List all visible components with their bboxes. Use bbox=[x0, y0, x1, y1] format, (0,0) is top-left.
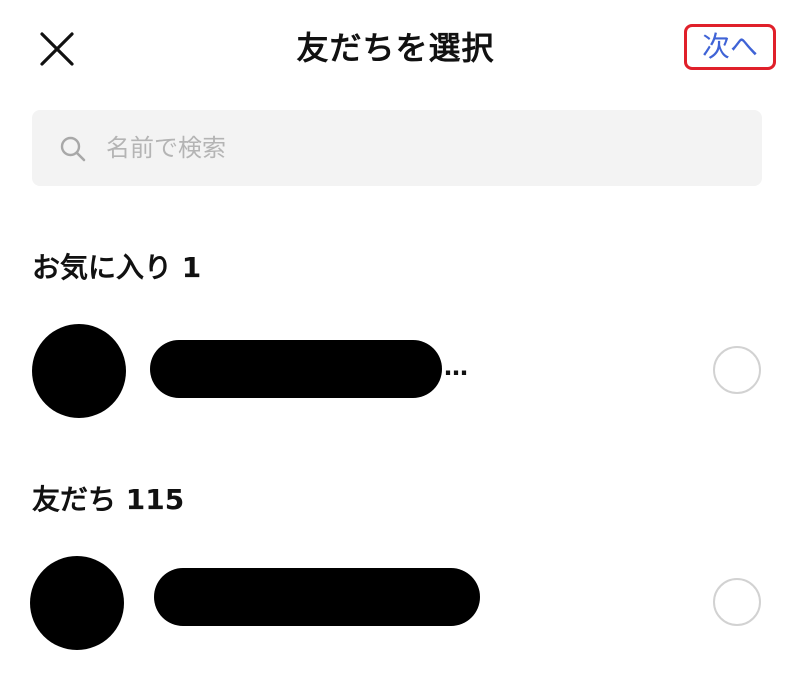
search-input[interactable] bbox=[102, 110, 746, 186]
next-button[interactable]: 次へ bbox=[684, 24, 776, 70]
section-header-friends: 友だち 115 bbox=[32, 483, 185, 516]
header: 友だちを選択 次へ bbox=[0, 0, 791, 96]
avatar bbox=[30, 556, 124, 650]
search-icon bbox=[60, 136, 86, 162]
friend-name-redacted bbox=[150, 340, 442, 398]
section-header-favorites: お気に入り 1 bbox=[32, 251, 202, 284]
select-radio[interactable] bbox=[713, 346, 761, 394]
select-radio[interactable] bbox=[713, 578, 761, 626]
search-bar[interactable] bbox=[32, 110, 762, 186]
friend-row[interactable] bbox=[0, 554, 791, 654]
page-title: 友だちを選択 bbox=[296, 29, 495, 67]
friend-name-redacted bbox=[154, 568, 480, 626]
friend-row-favorite[interactable]: … bbox=[0, 322, 791, 422]
name-truncation-ellipsis: … bbox=[444, 353, 468, 381]
avatar bbox=[32, 324, 126, 418]
